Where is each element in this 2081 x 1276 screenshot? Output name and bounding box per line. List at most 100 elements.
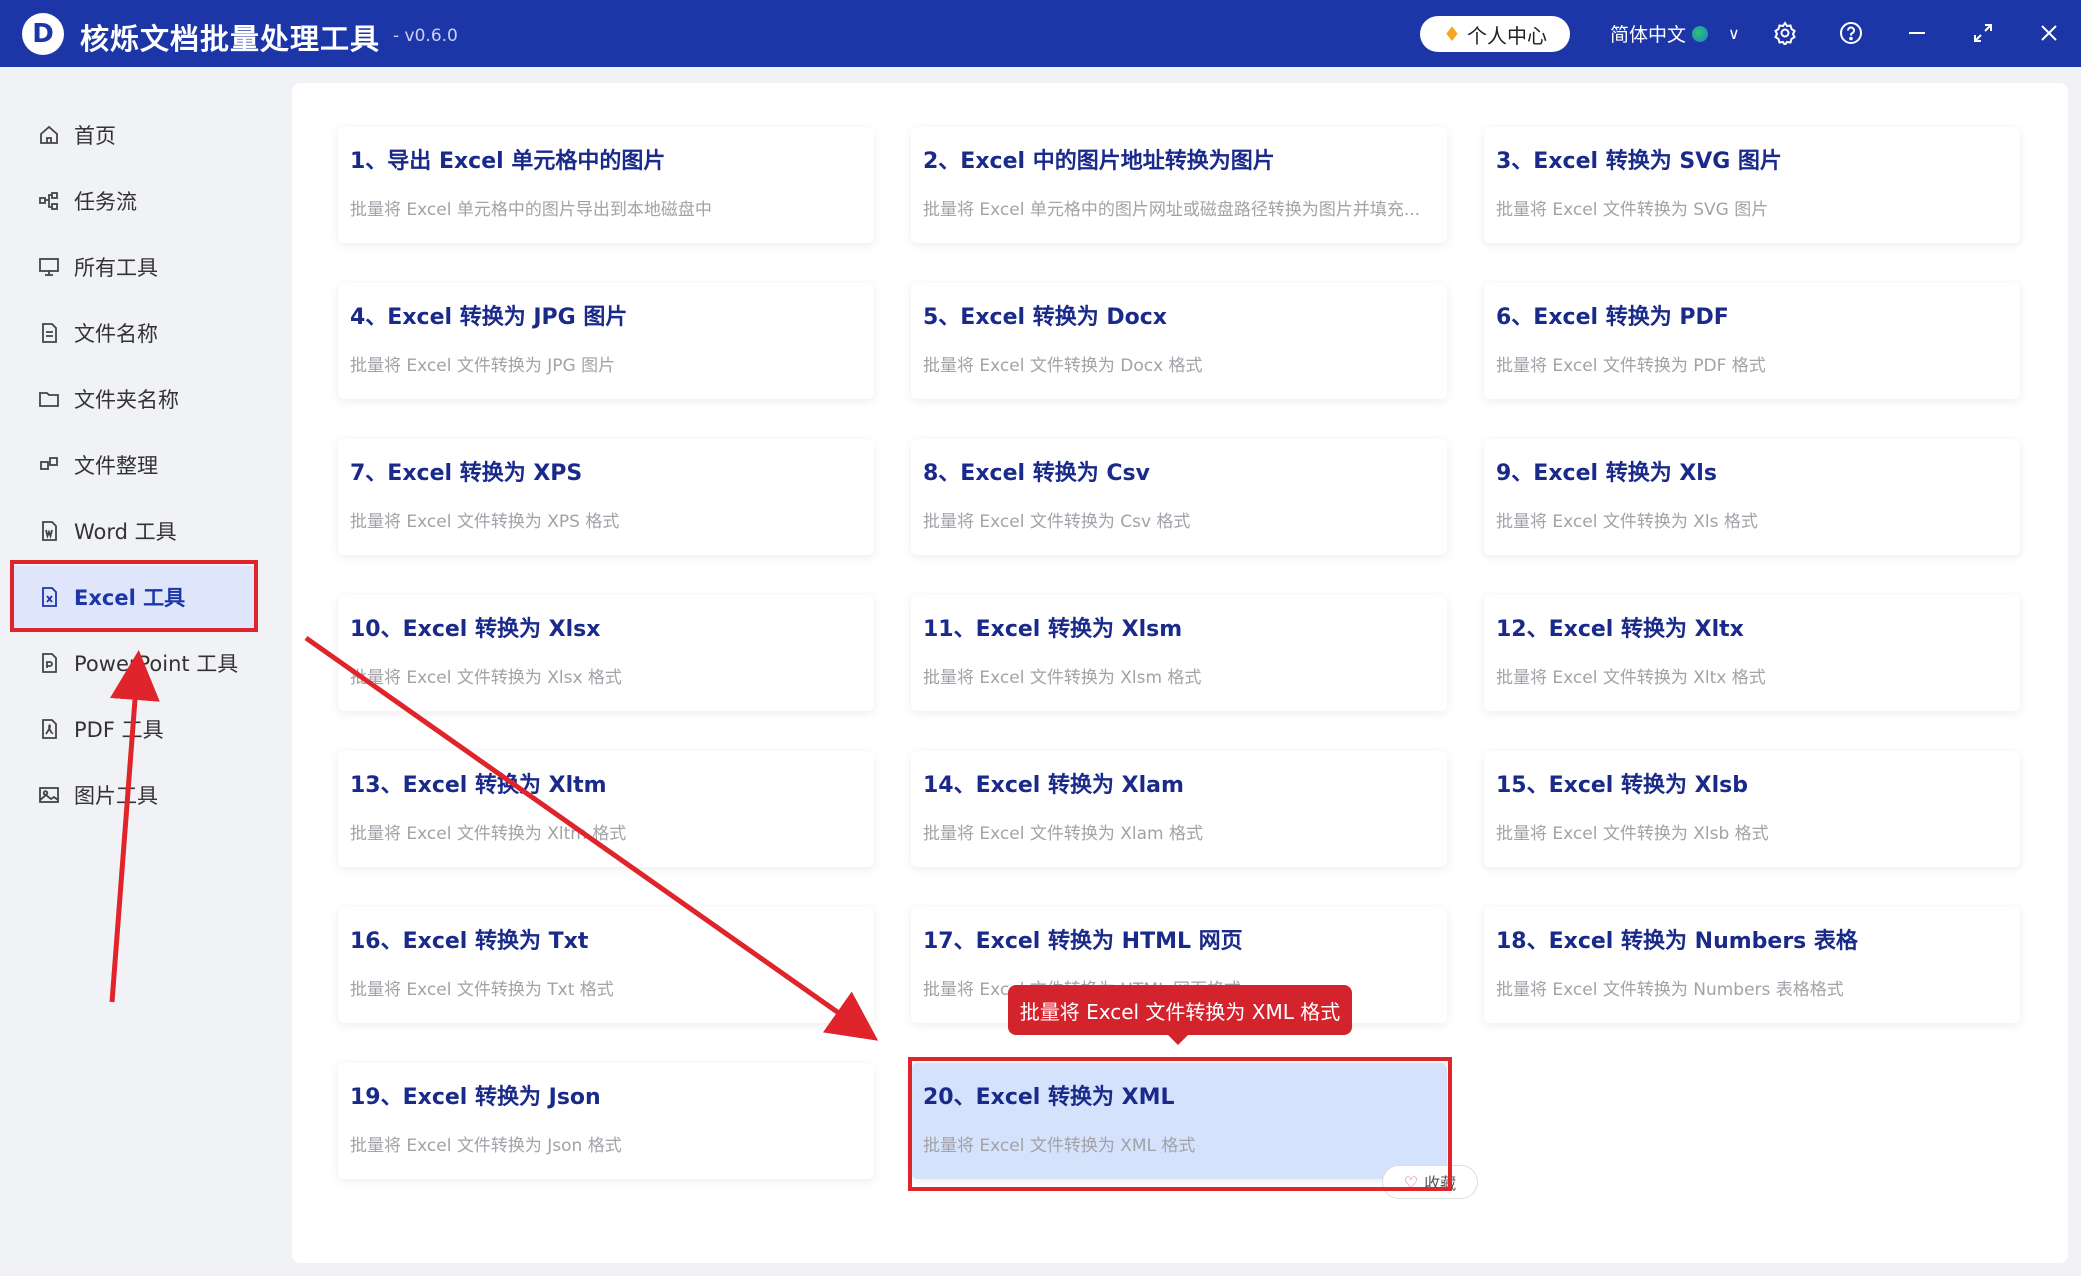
tool-card-description: 批量将 Excel 文件转换为 PDF 格式	[1496, 356, 1766, 376]
tool-card-description: 批量将 Excel 文件转换为 Xltx 格式	[1496, 668, 1766, 688]
tool-card[interactable]: 8、Excel 转换为 Csv 批量将 Excel 文件转换为 Csv 格式	[911, 439, 1447, 555]
tool-card-title: 8、Excel 转换为 Csv	[923, 461, 1150, 486]
globe-icon	[1692, 25, 1709, 42]
tool-card-description: 批量将 Excel 单元格中的图片导出到本地磁盘中	[350, 200, 712, 220]
sidebar-item-label: PDF 工具	[74, 718, 164, 742]
tool-card[interactable]: 18、Excel 转换为 Numbers 表格批量将 Excel 文件转换为 N…	[1484, 907, 2020, 1023]
tool-card[interactable]: 19、Excel 转换为 Json 批量将 Excel 文件转换为 Json 格式	[338, 1063, 874, 1179]
tool-card-title: 18、Excel 转换为 Numbers 表格	[1496, 929, 1858, 954]
sidebar-item-label: 图片工具	[74, 784, 158, 808]
sidebar-item-pdf[interactable]: PDF 工具	[12, 698, 256, 760]
settings-icon[interactable]	[1768, 16, 1802, 50]
tool-card[interactable]: 7、Excel 转换为 XPS 批量将 Excel 文件转换为 XPS 格式	[338, 439, 874, 555]
tool-card-description: 批量将 Excel 文件转换为 Txt 格式	[350, 980, 614, 1000]
language-selector[interactable]: 简体中文 ∨	[1610, 20, 1740, 47]
home-icon	[38, 124, 60, 146]
tool-card-title: 10、Excel 转换为 Xlsx	[350, 617, 601, 642]
tool-card-description: 批量将 Excel 文件转换为 SVG 图片	[1496, 200, 1769, 220]
crown-icon: ♦	[1443, 22, 1461, 46]
sidebar-item-label: PowerPoint 工具	[74, 652, 239, 676]
tool-card[interactable]: 13、Excel 转换为 Xltm 批量将 Excel 文件转换为 Xltm 格式	[338, 751, 874, 867]
app-logo-icon: D	[22, 13, 64, 55]
help-icon[interactable]	[1834, 16, 1868, 50]
tool-card[interactable]: 2、Excel 中的图片地址转换为图片批量将 Excel 单元格中的图片网址或磁…	[911, 127, 1447, 243]
app-version: - v0.6.0	[393, 26, 458, 46]
monitor-icon	[38, 256, 60, 278]
chevron-down-icon: ∨	[1728, 24, 1740, 43]
tool-card-title: 7、Excel 转换为 XPS	[350, 461, 583, 486]
tool-card-description: 批量将 Excel 文件转换为 Xlsm 格式	[923, 668, 1202, 688]
maximize-icon[interactable]	[1966, 16, 2000, 50]
sidebar-item-file-name[interactable]: 文件名称	[12, 302, 256, 364]
tool-card-title: 11、Excel 转换为 Xlsm	[923, 617, 1183, 642]
tool-card-description: 批量将 Excel 文件转换为 Json 格式	[350, 1136, 622, 1156]
tool-card-title: 6、Excel 转换为 PDF	[1496, 305, 1729, 330]
tool-card-title: 4、Excel 转换为 JPG 图片	[350, 305, 628, 330]
minimize-icon[interactable]	[1900, 16, 1934, 50]
sidebar-item-word[interactable]: Word 工具	[12, 500, 256, 562]
language-label: 简体中文	[1610, 24, 1687, 46]
tool-card-description: 批量将 Excel 文件转换为 Docx 格式	[923, 356, 1203, 376]
tool-card[interactable]: 9、Excel 转换为 Xls 批量将 Excel 文件转换为 Xls 格式	[1484, 439, 2020, 555]
sidebar-item-label: 首页	[74, 124, 116, 148]
sidebar-item-ppt[interactable]: PowerPoint 工具	[12, 632, 256, 694]
tool-card-title: 17、Excel 转换为 HTML 网页	[923, 929, 1243, 954]
tool-card[interactable]: 11、Excel 转换为 Xlsm 批量将 Excel 文件转换为 Xlsm 格式	[911, 595, 1447, 711]
organize-icon	[38, 454, 60, 476]
sidebar-item-label: Word 工具	[74, 520, 177, 544]
sidebar-item-label: 文件夹名称	[74, 388, 179, 412]
tool-card-description: 批量将 Excel 文件转换为 Xltm 格式	[350, 824, 627, 844]
folder-icon	[38, 388, 60, 410]
tool-card-description: 批量将 Excel 文件转换为 JPG 图片	[350, 356, 616, 376]
tool-card-title: 13、Excel 转换为 Xltm	[350, 773, 607, 798]
tool-card-title: 3、Excel 转换为 SVG 图片	[1496, 149, 1782, 174]
tool-card[interactable]: 6、Excel 转换为 PDF 批量将 Excel 文件转换为 PDF 格式	[1484, 283, 2020, 399]
tool-card[interactable]: 4、Excel 转换为 JPG 图片批量将 Excel 文件转换为 JPG 图片	[338, 283, 874, 399]
workflow-icon	[38, 190, 60, 212]
tool-card-title: 19、Excel 转换为 Json	[350, 1085, 601, 1110]
tool-card[interactable]: 15、Excel 转换为 Xlsb 批量将 Excel 文件转换为 Xlsb 格式	[1484, 751, 2020, 867]
tool-card-title: 15、Excel 转换为 Xlsb	[1496, 773, 1749, 798]
title-bar: D 核烁文档批量处理工具 - v0.6.0 ♦ 个人中心 简体中文 ∨	[0, 0, 2081, 67]
tooltip: 批量将 Excel 文件转换为 XML 格式	[1008, 985, 1352, 1045]
tool-card-title: 2、Excel 中的图片地址转换为图片	[923, 149, 1275, 174]
ppt-icon	[38, 652, 60, 674]
sidebar-item-organize[interactable]: 文件整理	[12, 434, 256, 496]
tool-card-description: 批量将 Excel 单元格中的图片网址或磁盘路径转换为图片并填充...	[923, 200, 1421, 220]
file-name-icon	[38, 322, 60, 344]
highlight-box-sidebar	[10, 560, 258, 632]
tool-card-title: 1、导出 Excel 单元格中的图片	[350, 149, 666, 174]
tool-card[interactable]: 16、Excel 转换为 Txt 批量将 Excel 文件转换为 Txt 格式	[338, 907, 874, 1023]
tool-card-description: 批量将 Excel 文件转换为 Xlsb 格式	[1496, 824, 1769, 844]
tool-card[interactable]: 12、Excel 转换为 Xltx 批量将 Excel 文件转换为 Xltx 格式	[1484, 595, 2020, 711]
close-icon[interactable]	[2032, 16, 2066, 50]
tool-card[interactable]: 3、Excel 转换为 SVG 图片批量将 Excel 文件转换为 SVG 图片	[1484, 127, 2020, 243]
sidebar-item-label: 文件名称	[74, 322, 158, 346]
tool-card-description: 批量将 Excel 文件转换为 Csv 格式	[923, 512, 1191, 532]
sidebar-item-label: 任务流	[74, 190, 137, 214]
pdf-icon	[38, 718, 60, 740]
tool-card-title: 9、Excel 转换为 Xls	[1496, 461, 1717, 486]
highlight-box-tool	[908, 1057, 1452, 1191]
tool-card-description: 批量将 Excel 文件转换为 XPS 格式	[350, 512, 620, 532]
sidebar-item-monitor[interactable]: 所有工具	[12, 236, 256, 298]
app-title: 核烁文档批量处理工具	[80, 22, 381, 56]
user-center-label: 个人中心	[1466, 23, 1547, 48]
tool-card[interactable]: 10、Excel 转换为 Xlsx 批量将 Excel 文件转换为 Xlsx 格式	[338, 595, 874, 711]
tool-card-description: 批量将 Excel 文件转换为 Xls 格式	[1496, 512, 1758, 532]
sidebar-item-home[interactable]: 首页	[12, 104, 256, 166]
tool-card-title: 12、Excel 转换为 Xltx	[1496, 617, 1744, 642]
image-icon	[38, 784, 60, 806]
user-center-button[interactable]: ♦ 个人中心	[1420, 16, 1570, 52]
sidebar-item-label: 所有工具	[74, 256, 158, 280]
sidebar-item-folder[interactable]: 文件夹名称	[12, 368, 256, 430]
tool-card-title: 16、Excel 转换为 Txt	[350, 929, 589, 954]
sidebar-item-image[interactable]: 图片工具	[12, 764, 256, 826]
tool-card[interactable]: 1、导出 Excel 单元格中的图片批量将 Excel 单元格中的图片导出到本地…	[338, 127, 874, 243]
tool-card-description: 批量将 Excel 文件转换为 Numbers 表格格式	[1496, 980, 1844, 1000]
sidebar-item-workflow[interactable]: 任务流	[12, 170, 256, 232]
tool-card-title: 5、Excel 转换为 Docx	[923, 305, 1167, 330]
tool-card[interactable]: 5、Excel 转换为 Docx 批量将 Excel 文件转换为 Docx 格式	[911, 283, 1447, 399]
tool-card-description: 批量将 Excel 文件转换为 Xlam 格式	[923, 824, 1203, 844]
tool-card[interactable]: 14、Excel 转换为 Xlam 批量将 Excel 文件转换为 Xlam 格式	[911, 751, 1447, 867]
